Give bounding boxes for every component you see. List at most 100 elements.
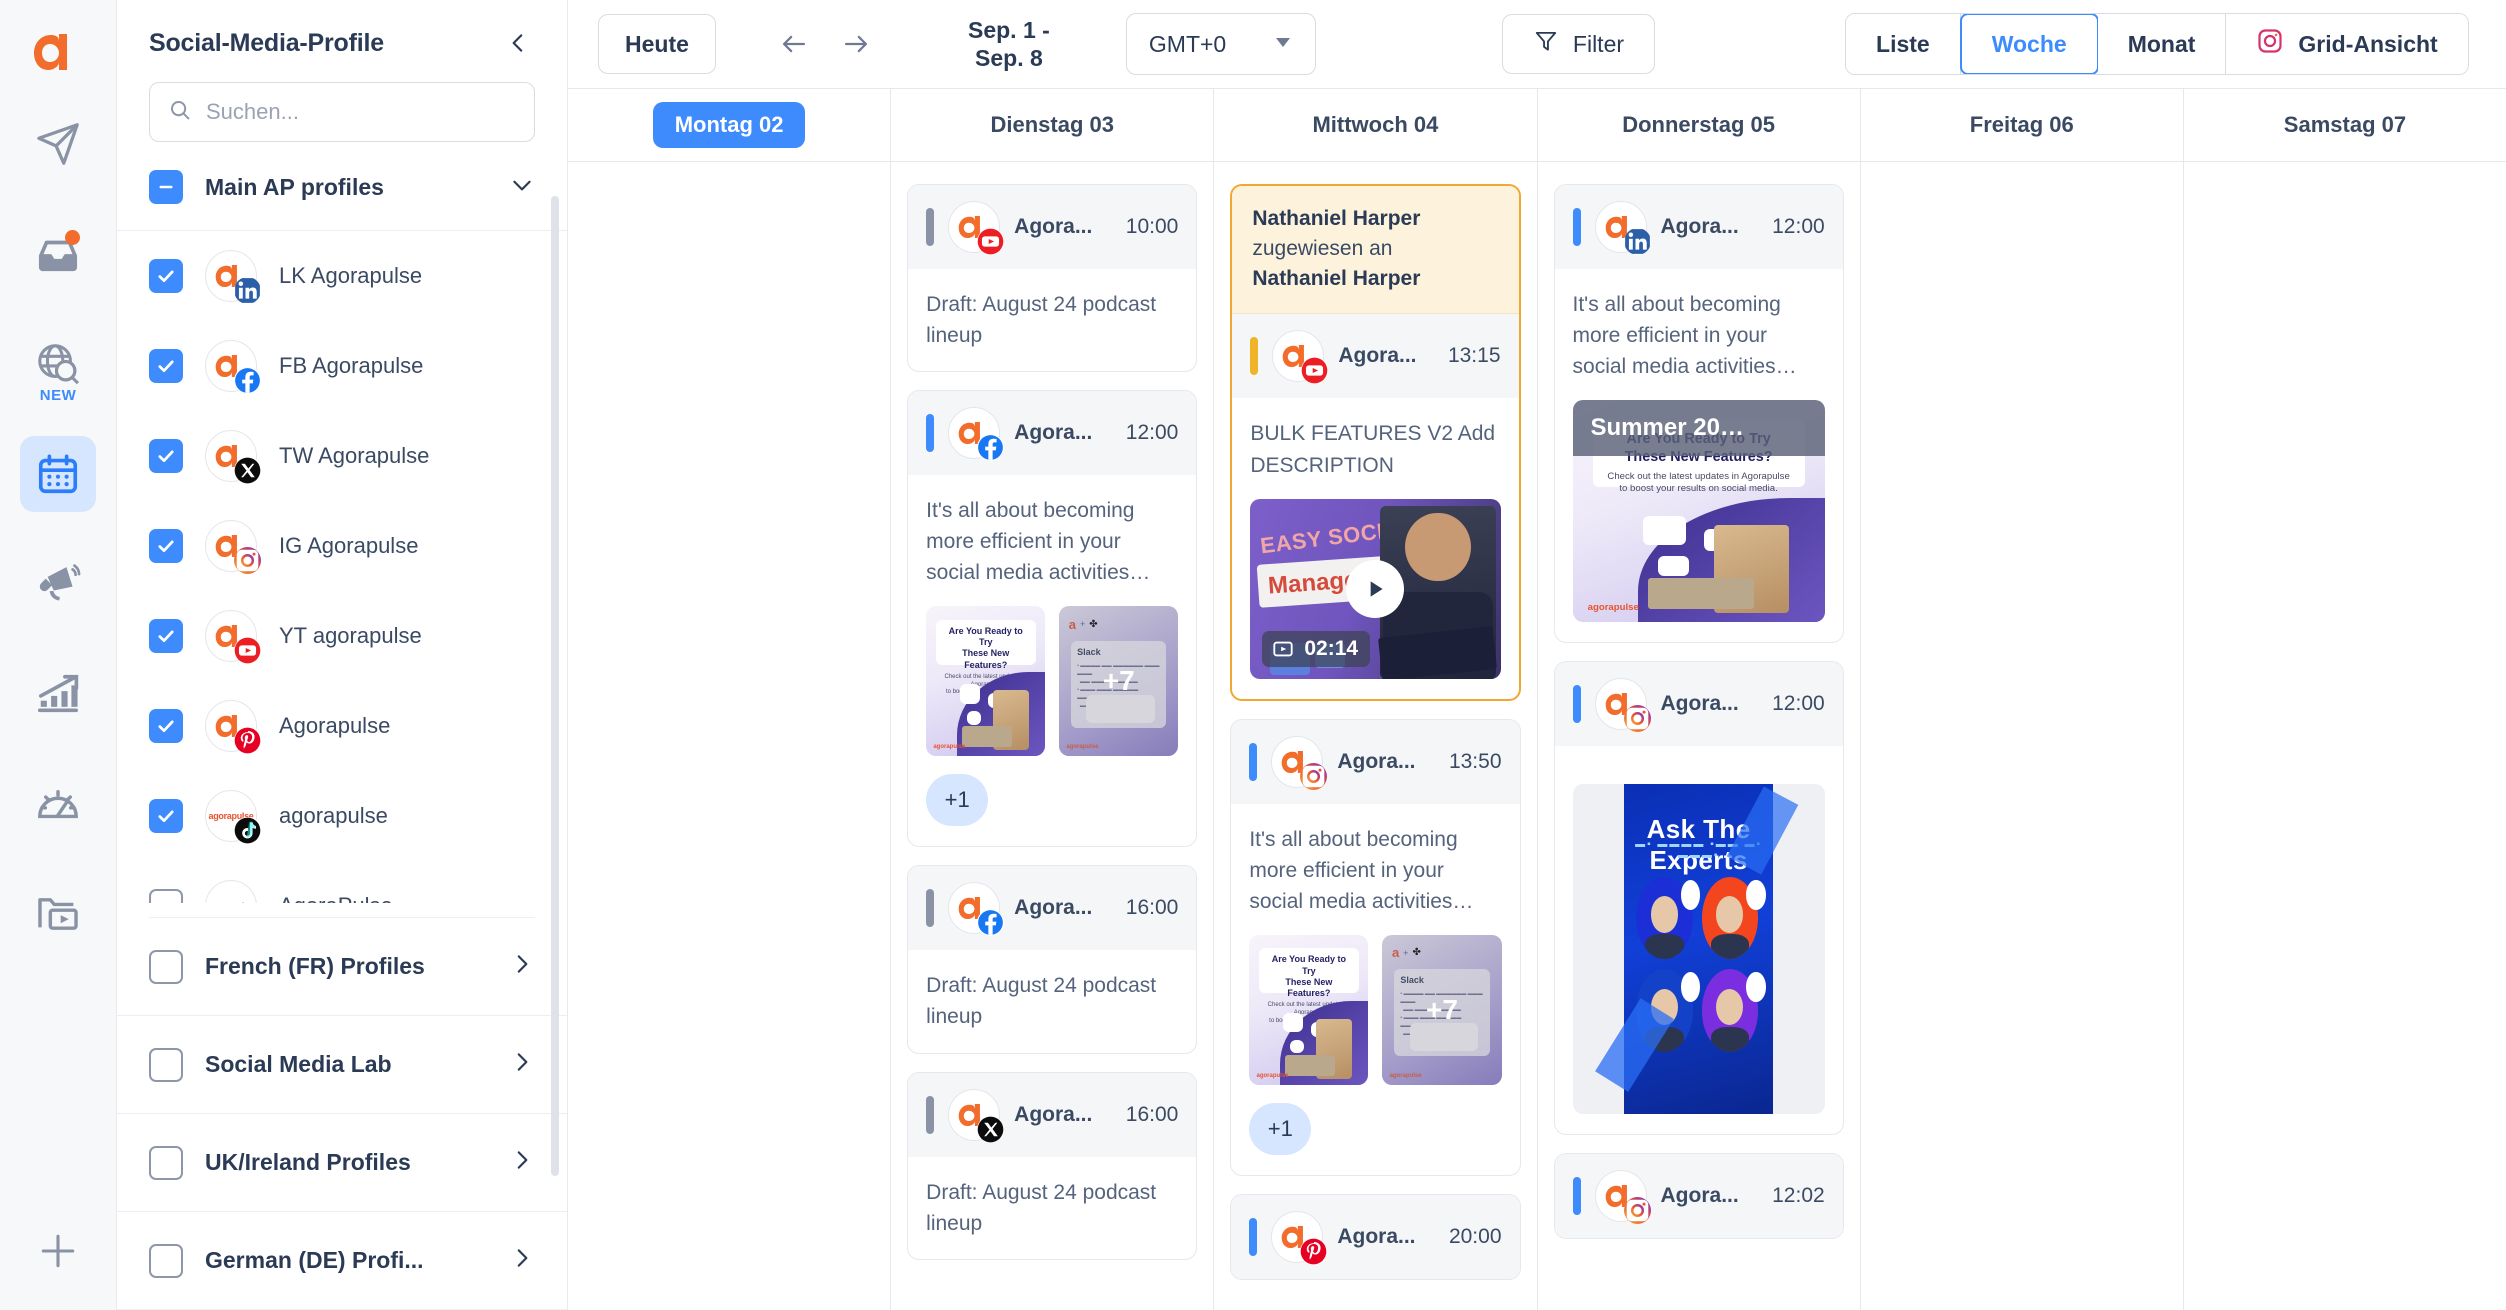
- profile-row[interactable]: TW Agorapulse: [117, 411, 567, 501]
- post-image[interactable]: Ask The Experts ▬▪ ▬▬▬▬ ▪▬▬ ▬▪ ▬▬▬▪: [1572, 784, 1825, 1115]
- play-icon[interactable]: [1346, 559, 1405, 618]
- post-image[interactable]: Are You Ready to TryThese New Features? …: [1572, 400, 1825, 623]
- post-card[interactable]: Nathaniel Harper zugewiesen an Nathaniel…: [1230, 184, 1521, 701]
- profile-checkbox[interactable]: [149, 709, 183, 743]
- day-header[interactable]: Samstag 07: [2184, 89, 2506, 161]
- inbox-icon[interactable]: [20, 216, 96, 292]
- post-card-header: Agora... 20:00: [1231, 1194, 1520, 1279]
- thumbnail[interactable]: Are You Ready to Try These New Features? …: [1249, 934, 1369, 1085]
- profile-checkbox[interactable]: [149, 349, 183, 383]
- post-card-header: Agora... 10:00: [908, 185, 1197, 269]
- profile-group-row[interactable]: UK/Ireland Profiles: [117, 1114, 567, 1212]
- post-thumbnails[interactable]: Are You Ready to Try These New Features? …: [926, 606, 1179, 757]
- post-card[interactable]: Agora... 20:00: [1230, 1193, 1521, 1280]
- tab-woche[interactable]: Woche: [1959, 14, 2099, 74]
- thumbnail[interactable]: Are You Ready to Try These New Features? …: [926, 606, 1046, 757]
- post-card-header: Agora... 12:02: [1554, 1154, 1843, 1239]
- thumbnail-more[interactable]: a + ✤ Slack • ▬▬▬▬ ▬▬ ▬▬▬▬▬▬ ▬▬▬ ▬▬▬ ▬▬ …: [1382, 934, 1502, 1085]
- chevron-left-icon[interactable]: [501, 26, 535, 60]
- group-checkbox[interactable]: [149, 1047, 183, 1082]
- chevron-right-icon[interactable]: [509, 1049, 535, 1080]
- day-column: [2184, 162, 2506, 1310]
- today-button[interactable]: Heute: [598, 14, 716, 74]
- group-checkbox[interactable]: [149, 1243, 183, 1278]
- profile-checkbox[interactable]: [149, 799, 183, 833]
- day-header[interactable]: Donnerstag 05: [1538, 89, 1861, 161]
- thumbnail-more[interactable]: a + ✤ Slack • ▬▬▬▬ ▬▬ ▬▬▬▬▬▬ ▬▬▬ ▬▬▬ ▬▬ …: [1059, 606, 1179, 757]
- chevron-right-icon[interactable]: [509, 951, 535, 982]
- search-box[interactable]: [149, 82, 535, 142]
- profile-checkbox[interactable]: [149, 619, 183, 653]
- chevron-down-icon[interactable]: [509, 172, 535, 203]
- post-time: 13:15: [1447, 344, 1501, 368]
- post-card[interactable]: Agora... 12:00 It's all about becoming m…: [1553, 184, 1844, 644]
- avatar: [1272, 330, 1329, 385]
- sidebar-item-calendar[interactable]: [20, 436, 96, 512]
- day-header[interactable]: Mittwoch 04: [1214, 89, 1538, 161]
- post-card[interactable]: Agora... 12:02: [1553, 1153, 1844, 1240]
- tab-monat[interactable]: Monat: [2097, 14, 2227, 74]
- roi-icon[interactable]: [20, 766, 96, 842]
- chevron-right-icon[interactable]: [509, 1147, 535, 1178]
- profile-row[interactable]: YT agorapulse: [117, 591, 567, 681]
- filter-button[interactable]: Filter: [1501, 14, 1656, 74]
- video-duration-text: 02:14: [1304, 636, 1359, 660]
- tab-grid-ansicht[interactable]: Grid-Ansicht: [2226, 14, 2468, 74]
- day-header[interactable]: Dienstag 03: [891, 89, 1215, 161]
- avatar: [205, 520, 261, 574]
- group-checkbox-main[interactable]: [149, 170, 183, 204]
- publishing-icon[interactable]: [20, 106, 96, 182]
- profile-row[interactable]: LK Agorapulse: [117, 231, 567, 321]
- chevron-right-icon[interactable]: [509, 1245, 535, 1276]
- agorapulse-logo[interactable]: [25, 18, 91, 84]
- profile-group-row[interactable]: French (FR) Profiles: [117, 918, 567, 1016]
- post-video[interactable]: EASY SOCIAL Management? 02:14: [1250, 498, 1501, 679]
- day-label: Freitag 06: [1969, 112, 2074, 137]
- library-icon[interactable]: [20, 876, 96, 952]
- post-profile-name: Agora...: [1014, 1102, 1093, 1126]
- day-header[interactable]: Montag 02: [568, 89, 892, 161]
- post-card[interactable]: Agora... 16:00 Draft: August 24 podcast …: [907, 1071, 1198, 1260]
- group-checkbox[interactable]: [149, 949, 183, 984]
- post-card[interactable]: Agora... 13:50 It's all about becoming m…: [1230, 718, 1521, 1176]
- linkedin-icon: [1623, 228, 1651, 255]
- profile-row[interactable]: Agorapulse: [117, 681, 567, 771]
- tab-liste[interactable]: Liste: [1846, 14, 1961, 74]
- status-bar: [926, 208, 935, 246]
- reports-icon[interactable]: [20, 656, 96, 732]
- day-column: [1861, 162, 2184, 1310]
- listening-icon[interactable]: NEW: [20, 326, 96, 404]
- profile-row[interactable]: agorapulse G AgoraPulse: [117, 861, 567, 904]
- sidebar-scrollbar[interactable]: [551, 196, 559, 1176]
- additional-posts-badge[interactable]: +1: [1249, 1102, 1312, 1155]
- profile-row[interactable]: IG Agorapulse: [117, 501, 567, 591]
- post-card[interactable]: Agora... 12:00 It's all about becoming m…: [907, 390, 1198, 848]
- profile-checkbox[interactable]: [149, 439, 183, 473]
- arrow-left-icon[interactable]: [774, 24, 814, 64]
- funnel-icon: [1533, 28, 1559, 60]
- profile-group-row[interactable]: Social Media Lab: [117, 1016, 567, 1114]
- day-label: Mittwoch 04: [1312, 112, 1439, 137]
- profile-checkbox[interactable]: [149, 889, 183, 904]
- timezone-select[interactable]: GMT+0: [1125, 13, 1316, 75]
- avatar: [1594, 1170, 1651, 1225]
- profile-row[interactable]: FB Agorapulse: [117, 321, 567, 411]
- post-card[interactable]: Agora... 10:00 Draft: August 24 podcast …: [907, 184, 1198, 373]
- post-card[interactable]: Agora... 16:00 Draft: August 24 podcast …: [907, 865, 1198, 1054]
- avatar: [948, 201, 1005, 255]
- post-card[interactable]: Agora... 12:00 Ask The Experts ▬▪ ▬▬▬▬ ▪…: [1553, 661, 1844, 1136]
- post-time: 16:00: [1125, 1102, 1179, 1126]
- profile-group-row[interactable]: German (DE) Profi...: [117, 1212, 567, 1310]
- profile-row[interactable]: agorapulse agorapulse: [117, 771, 567, 861]
- profile-group-header-main[interactable]: Main AP profiles: [117, 142, 567, 231]
- search-input[interactable]: [206, 99, 516, 125]
- arrow-right-icon[interactable]: [836, 24, 876, 64]
- day-header[interactable]: Freitag 06: [1861, 89, 2184, 161]
- additional-posts-badge[interactable]: +1: [926, 774, 989, 827]
- advocacy-icon[interactable]: [20, 546, 96, 622]
- add-button[interactable]: [33, 1226, 83, 1276]
- post-thumbnails[interactable]: Are You Ready to Try These New Features? …: [1249, 934, 1502, 1085]
- group-checkbox[interactable]: [149, 1145, 183, 1180]
- profile-checkbox[interactable]: [149, 529, 183, 563]
- profile-checkbox[interactable]: [149, 259, 183, 293]
